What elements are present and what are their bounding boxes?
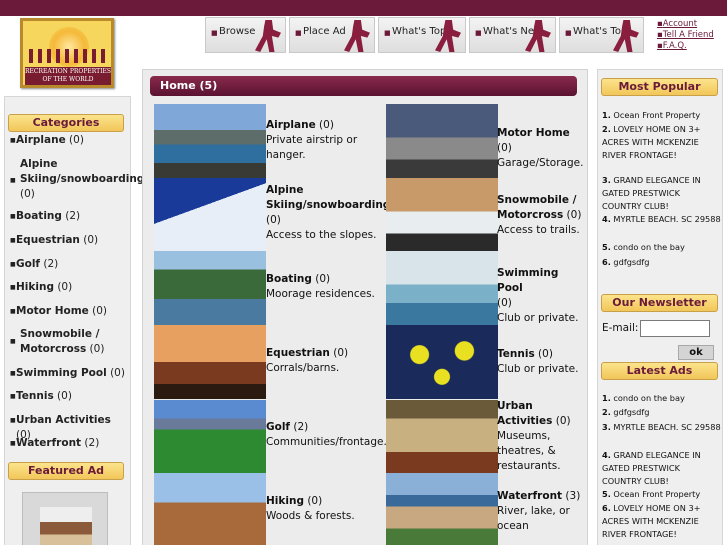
faq-link[interactable]: ▪F.A.Q.: [657, 41, 714, 52]
listing-snowmobile[interactable]: Snowmobile / Motorcross (0) Access to tra…: [497, 193, 582, 238]
bullet-icon: ■: [10, 284, 16, 291]
category-swimming-pool[interactable]: Swimming Pool (0): [16, 366, 128, 381]
pool-image[interactable]: [386, 251, 498, 325]
bullet-icon: ■: [384, 29, 391, 37]
nav-whats-top[interactable]: ■ What's Top: [378, 17, 466, 53]
listing-airplane[interactable]: Airplane (0) Private airstrip or hanger.: [266, 118, 381, 163]
email-label: E-mail:: [602, 322, 639, 334]
bullet-icon: ■: [10, 177, 16, 184]
category-motor-home[interactable]: Motor Home (0): [16, 304, 126, 319]
nav-browse[interactable]: ■ Browse: [205, 17, 286, 53]
listing-alpine[interactable]: Alpine Skiing/snowboarding (0) Access to t…: [266, 183, 390, 243]
bullet-icon: ■: [295, 29, 302, 37]
latest-item[interactable]: 4. GRAND ELEGANCE IN GATED PRESTWICK COU…: [602, 449, 722, 488]
popular-item[interactable]: 2. LOVELY HOME ON 3+ ACRES WITH MCKENZIE…: [602, 123, 722, 162]
listing-golf[interactable]: Golf (2) Communities/frontage.: [266, 420, 387, 450]
category-equestrian[interactable]: Equestrian (0): [16, 233, 126, 248]
bullet-icon: ■: [10, 237, 16, 244]
top-links: ▪Account ▪Tell A Friend ▪F.A.Q.: [657, 19, 714, 52]
latest-item[interactable]: 2. gdfgsdfg: [602, 406, 722, 419]
skiing-image[interactable]: [154, 178, 266, 252]
nav-label: What's Top: [573, 26, 628, 37]
listing-motor-home[interactable]: Motor Home (0) Garage/Storage.: [497, 126, 583, 171]
most-popular-header: Most Popular: [601, 78, 718, 96]
listing-equestrian[interactable]: Equestrian (0) Corrals/barns.: [266, 346, 381, 376]
motor-home-image[interactable]: [386, 104, 498, 178]
nav-whats-new[interactable]: ■ What's New: [469, 17, 556, 53]
site-logo[interactable]: RECREATION PROPERTIES OF THE WORLD: [20, 18, 114, 88]
category-snowmobile[interactable]: Snowmobile / Motorcross (0): [20, 327, 120, 357]
urban-image[interactable]: [386, 400, 498, 474]
latest-item[interactable]: 5. Ocean Front Property: [602, 488, 722, 501]
bullet-icon: ■: [10, 393, 16, 400]
listing-hiking[interactable]: Hiking (0) Woods & forests.: [266, 494, 381, 524]
category-airplane[interactable]: Airplane (0): [16, 133, 126, 148]
logo-text: RECREATION PROPERTIES OF THE WORLD: [25, 67, 112, 85]
popular-item[interactable]: 4. MYRTLE BEACH. SC 29588: [602, 213, 722, 226]
category-hiking[interactable]: Hiking (0): [16, 280, 126, 295]
bullet-icon: ■: [10, 308, 16, 315]
newsletter-ok-button[interactable]: ok: [678, 345, 714, 360]
main-title-bar: Home (5): [150, 76, 577, 96]
waterfront-image[interactable]: [386, 473, 498, 545]
newsletter-email-input[interactable]: [640, 320, 710, 337]
newsletter-header: Our Newsletter: [601, 294, 718, 312]
tennis-image[interactable]: [386, 325, 498, 399]
category-alpine[interactable]: Alpine Skiing/snowboarding (0): [20, 157, 144, 202]
bullet-icon: ■: [565, 29, 572, 37]
bullet-icon: ■: [10, 440, 16, 447]
boating-image[interactable]: [154, 251, 266, 325]
bullet-icon: ■: [10, 261, 16, 268]
popular-item[interactable]: 1. Ocean Front Property: [602, 109, 722, 122]
bullet-icon: ■: [10, 213, 16, 220]
featured-ad-image[interactable]: [22, 492, 108, 545]
top-bar: [0, 0, 727, 16]
bullet-icon: ■: [10, 370, 16, 377]
golf-image[interactable]: [154, 400, 266, 474]
featured-ad-header: Featured Ad: [8, 462, 124, 480]
latest-item[interactable]: 3. MYRTLE BEACH. SC 29588: [602, 421, 722, 434]
account-link[interactable]: ▪Account: [657, 19, 714, 30]
figures-graphic: [29, 49, 109, 63]
listing-swimming-pool[interactable]: Swimming Pool (0) Club or private.: [497, 266, 582, 326]
category-boating[interactable]: Boating (2): [16, 209, 126, 224]
airplane-image[interactable]: [154, 104, 266, 178]
category-tennis[interactable]: Tennis (0): [16, 389, 126, 404]
latest-item[interactable]: 1. condo on the bay: [602, 392, 722, 405]
rider-icon: [255, 20, 281, 52]
bullet-icon: ■: [475, 29, 482, 37]
category-golf[interactable]: Golf (2): [16, 257, 126, 272]
listing-urban[interactable]: Urban Activities (0) Museums, theatres, &…: [497, 399, 582, 474]
bullet-icon: ■: [211, 29, 218, 37]
bullet-icon: ■: [10, 338, 16, 345]
nav-label: Browse: [219, 26, 256, 37]
latest-ads-header: Latest Ads: [601, 362, 718, 380]
snowmobile-image[interactable]: [386, 178, 498, 252]
category-waterfront[interactable]: Waterfront (2): [16, 436, 126, 451]
listing-tennis[interactable]: Tennis (0) Club or private.: [497, 347, 582, 377]
bullet-icon: ■: [10, 417, 16, 424]
listing-waterfront[interactable]: Waterfront (3) River, lake, or ocean: [497, 489, 582, 534]
nav-place-ad[interactable]: ■ Place Ad: [289, 17, 375, 53]
equestrian-image[interactable]: [154, 325, 266, 399]
popular-item[interactable]: 6. gdfgsdfg: [602, 256, 722, 269]
bullet-icon: ■: [10, 137, 16, 144]
latest-item[interactable]: 6. LOVELY HOME ON 3+ ACRES WITH MCKENZIE…: [602, 502, 722, 541]
nav-label: Place Ad: [303, 26, 346, 37]
nav-label: What's Top: [392, 26, 447, 37]
popular-item[interactable]: 3. GRAND ELEGANCE IN GATED PRESTWICK COU…: [602, 174, 722, 213]
popular-item[interactable]: 5. condo on the bay: [602, 241, 722, 254]
tell-a-friend-link[interactable]: ▪Tell A Friend: [657, 30, 714, 41]
categories-header: Categories: [8, 114, 124, 132]
nav-whats-top-2[interactable]: ■ What's Top: [559, 17, 644, 53]
runner-icon: [344, 20, 370, 52]
listing-boating[interactable]: Boating (0) Moorage residences.: [266, 272, 381, 302]
hiking-image[interactable]: [154, 473, 266, 545]
